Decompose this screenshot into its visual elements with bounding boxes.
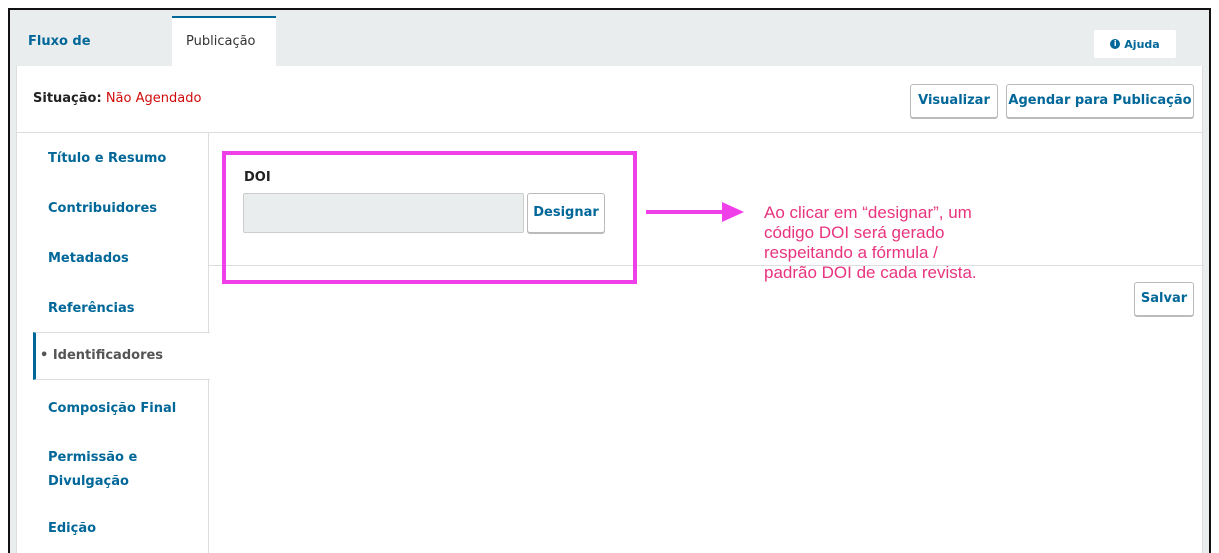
sidebar-item-galleys[interactable]: Composição Final [48,397,176,421]
sidebar-item-issue[interactable]: Edição [48,517,96,541]
annotation-text: Ao clicar em “designar”, um código DOI s… [764,203,977,282]
schedule-publication-button[interactable]: Agendar para Publicação [1006,84,1194,118]
preview-button[interactable]: Visualizar [910,84,998,118]
sidebar-item-references[interactable]: Referências [48,297,134,321]
sidebar-item-permissions[interactable]: Permissão e Divulgação [48,446,168,494]
help-button[interactable]: i Ajuda [1094,30,1176,58]
publication-panel: Situação: Não Agendado Visualizar Agenda… [16,66,1204,553]
status-label: Situação: [33,91,102,106]
status-value: Não Agendado [105,91,202,106]
tab-publication[interactable]: Publicação [172,16,276,66]
save-button[interactable]: Salvar [1134,282,1194,316]
status-header: Situação: Não Agendado Visualizar Agenda… [17,66,1202,133]
sidebar-nav: Título e Resumo Contribuidores Metadados… [17,133,210,553]
tab-workflow[interactable]: Fluxo de Trabalho [14,16,105,101]
info-icon: i [1110,39,1121,49]
sidebar-item-contributors[interactable]: Contribuidores [48,197,157,221]
sidebar-item-title-abstract[interactable]: Título e Resumo [48,147,166,171]
help-label: Ajuda [1124,37,1160,51]
arrow-icon [646,202,744,222]
highlight-box [222,151,637,284]
sidebar-item-metadata[interactable]: Metadados [48,247,129,271]
status: Situação: Não Agendado [33,91,201,106]
sidebar-item-identifiers[interactable]: • Identificadores [33,332,210,380]
